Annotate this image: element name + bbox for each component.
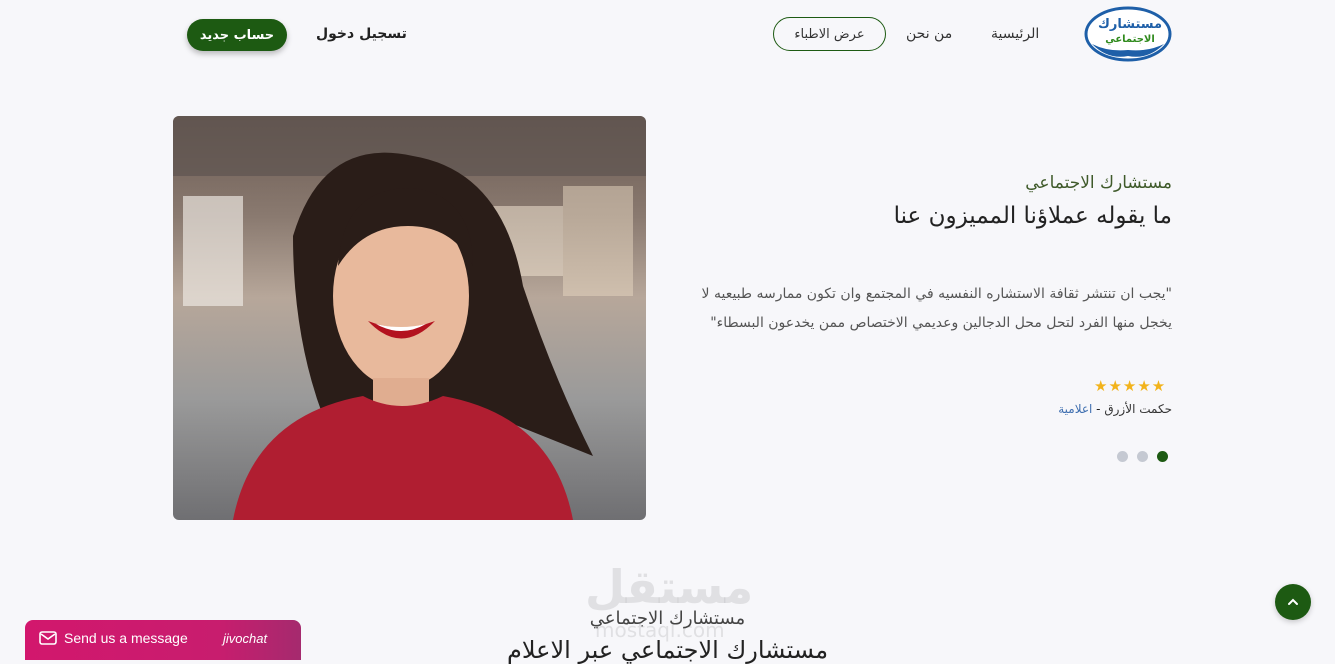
testimonial-title: ما يقوله عملاؤنا المميزون عنا xyxy=(893,203,1172,229)
testimonial-photo xyxy=(173,116,646,520)
scroll-to-top-button[interactable] xyxy=(1275,584,1311,620)
nav-home-link[interactable]: الرئيسية xyxy=(991,26,1039,42)
register-button[interactable]: حساب جديد xyxy=(187,19,287,51)
testimonial-eyebrow: مستشارك الاجتماعي xyxy=(1025,173,1172,193)
navbar: مستشارك الاجتماعي الرئيسية من نحن عرض ال… xyxy=(0,0,1335,72)
slider-dot-2[interactable] xyxy=(1137,451,1148,462)
author-name: حكمت الأزرق xyxy=(1104,402,1172,416)
testimonial-quote: "يجب ان تنتشر ثقافة الاستشاره النفسيه في… xyxy=(701,286,1172,331)
author-role: اعلامية xyxy=(1058,402,1093,416)
rating-stars: ★★★★★ xyxy=(1094,377,1167,395)
slider-dot-1[interactable] xyxy=(1157,451,1168,462)
author-separator: - xyxy=(1092,402,1105,416)
chat-label: Send us a message xyxy=(64,630,188,646)
logo-text-line2: الاجتماعي xyxy=(1105,34,1155,45)
chat-brand: jivochat xyxy=(223,631,268,646)
logo-text-line1: مستشارك xyxy=(1098,17,1162,32)
nav-about-link[interactable]: من نحن xyxy=(906,26,952,42)
chevron-up-icon xyxy=(1288,598,1298,605)
login-link[interactable]: تسجيل دخول xyxy=(316,26,407,42)
watermark-logo: مستقل xyxy=(585,560,754,614)
chat-widget[interactable]: Send us a message jivochat xyxy=(25,620,301,660)
envelope-icon xyxy=(39,631,57,645)
slider-dot-3[interactable] xyxy=(1117,451,1128,462)
site-logo[interactable]: مستشارك الاجتماعي xyxy=(1084,6,1172,62)
nav-doctors-button[interactable]: عرض الاطباء xyxy=(773,17,886,51)
testimonial-author: حكمت الأزرق - اعلامية xyxy=(1058,402,1172,416)
